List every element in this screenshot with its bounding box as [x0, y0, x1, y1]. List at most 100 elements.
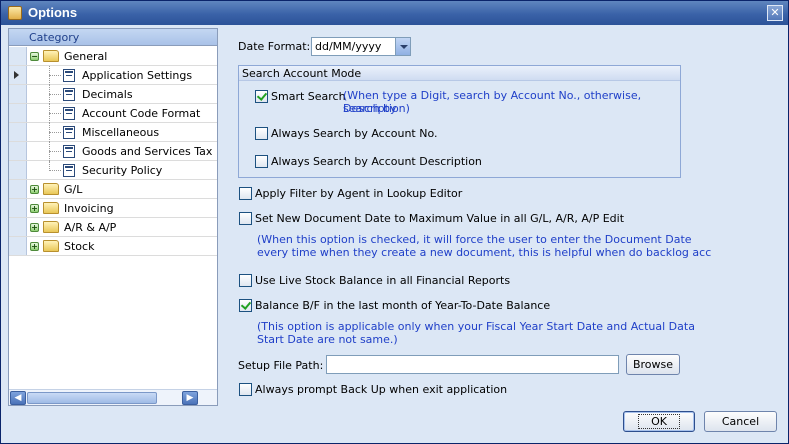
backup-prompt-label[interactable]: Always prompt Back Up when exit applicat… [255, 383, 507, 396]
row-gutter [9, 161, 27, 179]
balance-bf-note-line2: Start Date are not same.) [257, 333, 398, 346]
document-icon [63, 126, 75, 139]
balance-bf-note-line1: (This option is applicable only when you… [257, 320, 695, 333]
tree-horizontal-scrollbar[interactable]: ◀ ▶ [9, 389, 217, 405]
tree-item-gl[interactable]: + G/L [9, 180, 217, 199]
apply-filter-checkbox[interactable] [239, 187, 252, 200]
apply-filter-label[interactable]: Apply Filter by Agent in Lookup Editor [255, 187, 462, 200]
date-format-label: Date Format: [238, 40, 311, 53]
expand-icon[interactable]: + [30, 242, 39, 251]
document-icon [63, 107, 75, 120]
search-account-mode-header: Search Account Mode [239, 66, 680, 81]
row-gutter [9, 218, 27, 236]
tree-item-invoicing[interactable]: + Invoicing [9, 199, 217, 218]
folder-icon [43, 50, 59, 62]
close-button[interactable]: ✕ [767, 5, 783, 21]
selected-row-arrow-icon [14, 71, 19, 79]
tree-item-label: Stock [64, 240, 95, 253]
expand-icon[interactable]: + [30, 185, 39, 194]
always-search-account-no-checkbox[interactable] [255, 127, 268, 140]
row-gutter [9, 85, 27, 103]
new-document-date-label[interactable]: Set New Document Date to Maximum Value i… [255, 212, 624, 225]
row-gutter [9, 66, 27, 84]
live-stock-balance-label[interactable]: Use Live Stock Balance in all Financial … [255, 274, 510, 287]
folder-icon [43, 221, 59, 233]
folder-icon [43, 183, 59, 195]
row-gutter [9, 180, 27, 198]
tree-item-goods-and-services-tax[interactable]: Goods and Services Tax [9, 142, 217, 161]
setup-file-path-input[interactable] [326, 355, 619, 374]
tree-item-label: Decimals [82, 88, 133, 101]
category-tree-header: Category [9, 29, 217, 46]
tree-line [49, 151, 61, 152]
folder-icon [43, 202, 59, 214]
balance-bf-label[interactable]: Balance B/F in the last month of Year-To… [255, 299, 550, 312]
tree-item-ar-ap[interactable]: + A/R & A/P [9, 218, 217, 237]
ok-button[interactable]: OK [623, 411, 695, 432]
folder-icon [43, 240, 59, 252]
tree-item-stock[interactable]: + Stock [9, 237, 217, 256]
document-icon [63, 164, 75, 177]
category-tree: Category − General Application Settings [8, 28, 218, 406]
scroll-thumb[interactable] [27, 392, 157, 404]
new-document-date-note-line1: (When this option is checked, it will fo… [257, 233, 692, 246]
dialog-body: Category − General Application Settings [3, 25, 786, 442]
collapse-icon[interactable]: − [30, 52, 39, 61]
tree-line [49, 170, 61, 171]
row-gutter [9, 142, 27, 160]
document-icon [63, 145, 75, 158]
tree-item-label: Security Policy [82, 164, 163, 177]
options-dialog: Options ✕ Category − General Application… [0, 0, 789, 444]
scroll-right-icon[interactable]: ▶ [182, 391, 198, 405]
smart-search-note-line2: Description) [343, 102, 410, 115]
title-bar: Options ✕ [1, 1, 788, 25]
scroll-left-icon[interactable]: ◀ [10, 391, 26, 405]
tree-item-label: G/L [64, 183, 83, 196]
row-gutter [9, 123, 27, 141]
tree-line [49, 113, 61, 114]
cancel-button[interactable]: Cancel [704, 411, 777, 432]
tree-item-label: General [64, 50, 108, 63]
browse-button[interactable]: Browse [626, 354, 680, 375]
document-icon [63, 69, 75, 82]
chevron-down-icon[interactable] [395, 38, 410, 55]
tree-item-general[interactable]: − General [9, 47, 217, 66]
smart-search-checkbox[interactable] [255, 90, 268, 103]
date-format-value: dd/MM/yyyy [315, 40, 382, 53]
always-search-description-label[interactable]: Always Search by Account Description [271, 155, 482, 168]
backup-prompt-checkbox[interactable] [239, 383, 252, 396]
tree-item-miscellaneous[interactable]: Miscellaneous [9, 123, 217, 142]
group-title: Search Account Mode [242, 67, 362, 80]
tree-line [49, 132, 61, 133]
always-search-description-checkbox[interactable] [255, 155, 268, 168]
tree-line [49, 94, 61, 95]
ok-button-label: OK [638, 414, 680, 429]
tree-item-application-settings[interactable]: Application Settings [9, 66, 217, 85]
tree-item-security-policy[interactable]: Security Policy [9, 161, 217, 180]
smart-search-label[interactable]: Smart Search [271, 90, 346, 103]
tree-item-label: Miscellaneous [82, 126, 160, 139]
tree-item-label: A/R & A/P [64, 221, 117, 234]
tree-item-label: Goods and Services Tax [82, 145, 213, 158]
window-title: Options [28, 5, 78, 20]
expand-icon[interactable]: + [30, 223, 39, 232]
category-header-label: Category [29, 31, 80, 44]
tree-item-decimals[interactable]: Decimals [9, 85, 217, 104]
new-document-date-checkbox[interactable] [239, 212, 252, 225]
always-search-account-no-label[interactable]: Always Search by Account No. [271, 127, 438, 140]
live-stock-balance-checkbox[interactable] [239, 274, 252, 287]
document-icon [63, 88, 75, 101]
balance-bf-checkbox[interactable] [239, 299, 252, 312]
tree-item-label: Application Settings [82, 69, 193, 82]
date-format-select[interactable]: dd/MM/yyyy [311, 37, 411, 56]
row-gutter [9, 104, 27, 122]
expand-icon[interactable]: + [30, 204, 39, 213]
search-account-mode-group: Search Account Mode Smart Search (When t… [238, 65, 681, 178]
new-document-date-note-line2: every time when they create a new docume… [257, 246, 712, 259]
options-app-icon [8, 6, 22, 20]
row-gutter [9, 199, 27, 217]
row-gutter [9, 47, 27, 65]
tree-item-label: Invoicing [64, 202, 114, 215]
tree-item-account-code-format[interactable]: Account Code Format [9, 104, 217, 123]
setup-file-path-label: Setup File Path: [238, 359, 324, 372]
